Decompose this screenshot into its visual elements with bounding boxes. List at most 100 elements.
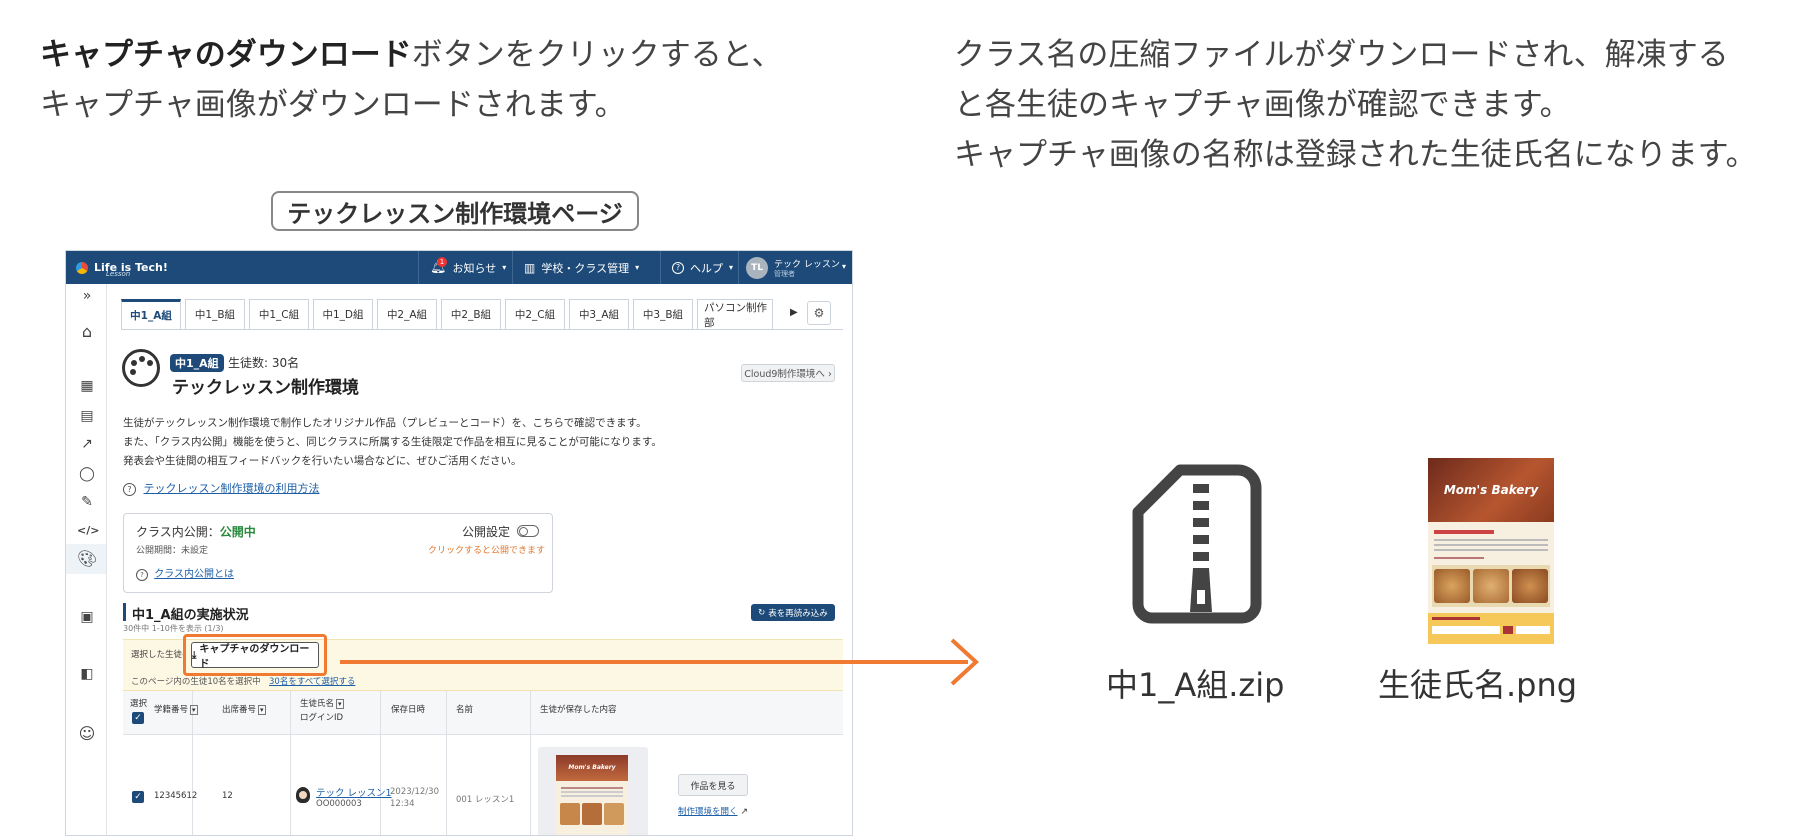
instruction-left: キャプチャのダウンロードボタンをクリックすると、 キャプチャ画像がダウンロードさ… xyxy=(40,37,783,123)
header-select: 選択 xyxy=(130,699,148,709)
chart-icon[interactable]: ▣ xyxy=(77,609,97,625)
sort-icon[interactable]: ▾ xyxy=(336,699,344,709)
progress-count: 30件中 1-10件を表示 (1/3) xyxy=(123,624,224,633)
check-circle-icon[interactable]: ◯ xyxy=(77,466,97,482)
tab-class[interactable]: 中1_A組 xyxy=(121,299,181,329)
row-time: 12:34 xyxy=(390,799,415,809)
view-work-button[interactable]: 作品を見る xyxy=(678,774,748,796)
school-menu[interactable]: ▥ 学校・クラス管理 ▾ xyxy=(524,251,639,284)
pencil-icon[interactable]: ✎ xyxy=(77,494,97,510)
sort-icon[interactable]: ▾ xyxy=(258,705,266,715)
bell-icon: 🔔︎ 1 xyxy=(430,257,447,275)
select-all-checkbox[interactable]: ✓ xyxy=(132,712,144,724)
avatar: TL xyxy=(746,256,768,279)
capture-download-button[interactable]: ⤓ キャプチャのダウンロード xyxy=(191,642,319,670)
header-login: ログインID xyxy=(300,713,344,723)
avatar xyxy=(296,787,310,803)
description-line: また、「クラス内公開」機能を使うと、同じクラスに所属する生徒限定で作品を相互に見… xyxy=(123,436,662,448)
sidebar: » ⌂ ▦ ▤ ↗ ◯ ✎ </> 🎨︎ ▣ ◧ ☺ xyxy=(66,284,107,835)
row-checkbox[interactable]: ✓ xyxy=(132,791,144,803)
row-work-name: 001 レッスン1 xyxy=(456,795,515,805)
caret-down-icon: ▾ xyxy=(502,263,507,272)
zip-filename: 中1_A組.zip xyxy=(1106,666,1285,704)
logo[interactable]: Life is Tech! xyxy=(76,251,168,284)
header-seat-no: 出席番号 ▾ xyxy=(222,705,266,715)
home-icon[interactable]: ⌂ xyxy=(77,322,97,341)
trend-icon[interactable]: ↗ xyxy=(77,436,97,452)
tab-class[interactable]: 中1_C組 xyxy=(249,299,309,329)
description-line: 生徒がテックレッスン制作環境で制作したオリジナル作品（プレビューとコード）を、こ… xyxy=(123,417,647,429)
tab-divider xyxy=(121,329,843,330)
tab-class[interactable]: 中3_A組 xyxy=(569,299,629,329)
row-login: OO000003 xyxy=(316,799,362,809)
selected-count: このページ内の生徒10名を選択中 xyxy=(131,677,261,687)
tab-class[interactable]: 中2_A組 xyxy=(377,299,437,329)
howto-link[interactable]: ? テックレッスン制作環境の利用方法 xyxy=(123,480,320,496)
calendar-icon[interactable]: ▦ xyxy=(77,378,97,394)
work-thumbnail[interactable]: Mom's Bakery xyxy=(556,755,628,835)
caret-down-icon: ▾ xyxy=(729,263,734,272)
thumb-title: Mom's Bakery xyxy=(1428,458,1554,522)
instruction-bold: キャプチャのダウンロード xyxy=(40,37,412,73)
png-thumbnail: Mom's Bakery xyxy=(1428,458,1554,644)
code-icon[interactable]: </> xyxy=(77,524,99,537)
notice-menu[interactable]: 🔔︎ 1 お知らせ ▾ xyxy=(430,251,506,284)
external-link-icon: ↗ xyxy=(740,807,749,817)
page-label: テックレッスン制作環境ページ xyxy=(271,191,639,231)
expand-icon[interactable]: » xyxy=(77,288,97,304)
tab-class[interactable]: パソコン制作部 xyxy=(697,299,773,329)
publish-about-link[interactable]: ? クラス内公開とは xyxy=(136,565,234,581)
tab-class[interactable]: 中3_B組 xyxy=(633,299,693,329)
publish-status: 公開中 xyxy=(219,525,256,539)
header-student-no: 学籍番号 ▾ xyxy=(154,705,198,715)
palette-icon xyxy=(122,349,160,387)
smile-icon[interactable]: ☺ xyxy=(77,724,97,743)
header-work-name: 名前 xyxy=(456,705,474,715)
class-badge: 中1_A組 xyxy=(170,354,224,372)
student-count: 生徒数: 30名 xyxy=(228,356,300,370)
download-icon: ⤓ xyxy=(192,649,197,661)
caret-down-icon: ▾ xyxy=(842,262,847,271)
work-thumbnail-frame: Mom's Bakery xyxy=(538,747,648,835)
document-edit-icon[interactable]: ▤ xyxy=(77,408,97,424)
reload-button[interactable]: ↻ 表を再読み込み xyxy=(751,604,835,621)
open-env-link[interactable]: 制作環境を開く ↗ xyxy=(678,805,748,817)
tab-class[interactable]: 中1_B組 xyxy=(185,299,245,329)
help-menu[interactable]: ? ヘルプ ▾ xyxy=(672,251,733,284)
tab-class[interactable]: 中1_D組 xyxy=(313,299,373,329)
top-bar: Life is Tech! Lesson 🔔︎ 1 お知らせ ▾ ▥ 学校・クラス… xyxy=(66,251,852,284)
zip-file-icon xyxy=(1132,464,1262,624)
palette-icon[interactable]: 🎨︎ xyxy=(77,549,97,568)
instruction-right: クラス名の圧縮ファイルがダウンロードされ、解凍する と各生徒のキャプチャ画像が確… xyxy=(954,37,1757,173)
publish-toggle[interactable] xyxy=(517,525,539,537)
refresh-icon: ↻ xyxy=(758,607,766,618)
caret-down-icon: ▾ xyxy=(635,263,640,272)
section-marker xyxy=(123,603,126,621)
row-date: 2023/12/30 xyxy=(390,787,439,797)
header-content: 生徒が保存した内容 xyxy=(540,705,617,715)
building-icon: ▥ xyxy=(524,260,536,275)
logo-icon xyxy=(76,261,88,274)
tab-class[interactable]: 中2_C組 xyxy=(505,299,565,329)
header-name: 生徒氏名 ▾ xyxy=(300,699,344,709)
user-menu[interactable]: TL xyxy=(746,251,768,284)
help-icon: ? xyxy=(672,261,684,274)
sort-icon[interactable]: ▾ xyxy=(190,705,198,715)
row-student-no: 12345612 xyxy=(154,791,198,801)
book-icon[interactable]: ◧ xyxy=(77,666,97,682)
publish-period: 公開期間：未設定 xyxy=(136,546,209,556)
publish-setting-label: 公開設定 xyxy=(462,525,511,539)
row-seat-no: 12 xyxy=(222,791,233,801)
png-filename: 生徒氏名.png xyxy=(1378,666,1578,704)
tab-scroll-right-icon[interactable]: ▶ xyxy=(790,307,798,318)
gear-icon[interactable]: ⚙ xyxy=(807,301,831,325)
description-line: 発表会や生徒間の相互フィードバックを行いたい場合などに、ぜひご活用ください。 xyxy=(123,455,522,467)
row-name-link[interactable]: テック レッスン1 xyxy=(316,785,392,799)
arrow xyxy=(340,638,979,686)
progress-title: 中1_A組の実施状況 xyxy=(132,608,249,623)
tab-class[interactable]: 中2_B組 xyxy=(441,299,501,329)
help-icon: ? xyxy=(123,483,136,496)
app-screenshot: Life is Tech! Lesson 🔔︎ 1 お知らせ ▾ ▥ 学校・クラス… xyxy=(65,250,853,836)
cloud9-button[interactable]: Cloud9制作環境へ › xyxy=(741,364,835,382)
publish-hint: クリックすると公開できます xyxy=(428,546,546,556)
